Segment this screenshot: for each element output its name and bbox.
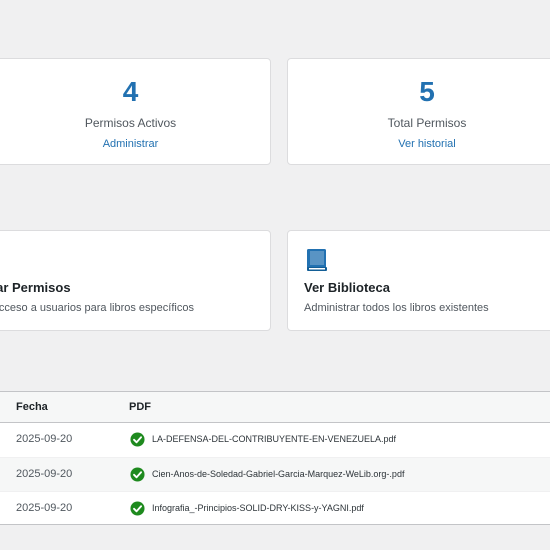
check-icon xyxy=(130,467,145,482)
row-date: 2025-09-20 xyxy=(16,502,73,514)
column-header-pdf: PDF xyxy=(129,401,151,413)
check-icon xyxy=(130,501,145,516)
row-pdf-filename[interactable]: LA-DEFENSA-DEL-CONTRIBUYENTE-EN-VENEZUEL… xyxy=(152,434,396,444)
stat-card-total-permissions: 5 Total Permisos Ver historial xyxy=(287,58,550,165)
stat-card-active-permissions: 4 Permisos Activos Administrar xyxy=(0,58,271,165)
total-permissions-count: 5 xyxy=(419,76,435,107)
book-icon xyxy=(307,249,327,271)
table-row: 2025-09-20 Cien-Anos-de-Soledad-Gabriel-… xyxy=(0,457,550,491)
view-library-title: Ver Biblioteca xyxy=(304,280,390,295)
column-header-fecha: Fecha xyxy=(16,401,48,413)
row-pdf-filename[interactable]: Infografia_-Principios-SOLID-DRY-KISS-y-… xyxy=(152,503,364,513)
row-pdf-filename[interactable]: Cien-Anos-de-Soledad-Gabriel-Garcia-Marq… xyxy=(152,469,404,479)
view-history-link[interactable]: Ver historial xyxy=(398,137,455,151)
check-icon xyxy=(130,432,145,447)
manage-link[interactable]: Administrar xyxy=(103,137,159,151)
table-row: 2025-09-20 Infografia_-Principios-SOLID-… xyxy=(0,491,550,525)
active-permissions-label: Permisos Activos xyxy=(84,116,177,130)
total-permissions-label: Total Permisos xyxy=(387,116,467,130)
assign-permissions-card[interactable]: Asignar Permisos Dar acceso a usuarios p… xyxy=(0,230,271,331)
table-row: 2025-09-20 LA-DEFENSA-DEL-CONTRIBUYENTE-… xyxy=(0,423,550,457)
active-permissions-count: 4 xyxy=(122,76,139,107)
row-date: 2025-09-20 xyxy=(16,468,73,480)
table-header: Fecha PDF xyxy=(0,392,550,423)
row-date: 2025-09-20 xyxy=(16,433,73,445)
assign-permissions-title: Asignar Permisos xyxy=(0,280,71,295)
view-library-description: Administrar todos los libros existentes xyxy=(304,302,489,314)
recent-permissions-table: Fecha PDF 2025-09-20 LA-DEFENSA-DEL-CONT… xyxy=(0,391,550,525)
assign-permissions-description: Dar acceso a usuarios para libros especí… xyxy=(0,302,194,314)
view-library-card[interactable]: Ver Biblioteca Administrar todos los lib… xyxy=(287,230,550,331)
